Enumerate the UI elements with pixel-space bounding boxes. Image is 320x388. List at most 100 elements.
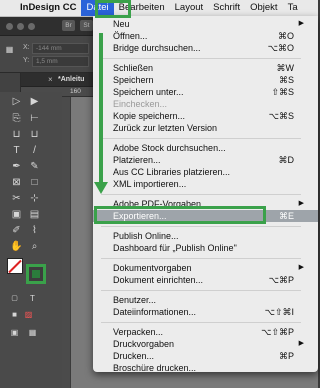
- gradient-tool-icon[interactable]: ▣: [10, 208, 23, 221]
- apply-none-icon[interactable]: ▨: [22, 308, 35, 321]
- menu-item-cc-libraries[interactable]: Aus CC Libraries platzieren...: [93, 166, 318, 178]
- menu-ta[interactable]: Ta: [283, 0, 303, 16]
- menu-item-shortcut: ⌘D: [278, 155, 295, 165]
- stock-button[interactable]: St: [80, 20, 93, 31]
- selection-tool-icon[interactable]: ▷: [10, 95, 23, 108]
- apply-color-icon[interactable]: ■: [8, 308, 21, 321]
- zoom-tool-icon[interactable]: ⌕: [28, 240, 41, 253]
- menu-item-label: Adobe Stock durchsuchen...: [113, 143, 226, 153]
- close-tab-icon[interactable]: ×: [48, 73, 53, 86]
- datei-menu: Neu ▶ Öffnen... ⌘O Bridge durchsuchen... ⌥⌘…: [93, 16, 318, 373]
- vertical-ruler: [62, 97, 70, 388]
- pen-tool-icon[interactable]: ✒: [10, 160, 23, 173]
- reference-point-icon[interactable]: ▦: [3, 43, 16, 56]
- menu-item-label: Schließen: [113, 63, 154, 73]
- menu-item-speichern[interactable]: Speichern ⌘S: [93, 74, 318, 86]
- submenu-arrow-icon: ▶: [298, 200, 304, 207]
- datei-highlight-box: [95, 0, 131, 18]
- menu-item-zurueck[interactable]: Zurück zur letzten Version: [93, 122, 318, 134]
- zoom-window-button[interactable]: [28, 23, 35, 30]
- rectangle-tool-icon[interactable]: □: [28, 176, 41, 189]
- stroke-swatch-highlight[interactable]: [26, 264, 46, 284]
- menu-item-label: Öffnen...: [113, 31, 148, 41]
- menu-item-shortcut: ⌥⌘P: [268, 275, 294, 285]
- menu-schrift[interactable]: Schrift: [208, 0, 245, 16]
- line-tool-icon[interactable]: /: [28, 144, 41, 157]
- x-label: X:: [23, 44, 30, 51]
- tools-panel: ▷ ▶ ⎘ ⊢ ⊔ ⊔ T / ✒ ✎ ⊠ □ ✂ ⊹ ▣ ▤ ✐ ⌇ ✋ ⌕ …: [0, 92, 62, 388]
- y-field[interactable]: 1,5 mm: [32, 56, 89, 67]
- menu-item-oeffnen[interactable]: Öffnen... ⌘O: [93, 30, 318, 42]
- menu-item-xml-importieren[interactable]: XML importieren...: [93, 178, 318, 190]
- menu-item-dashboard[interactable]: Dashboard für „Publish Online": [93, 242, 318, 254]
- menu-item-label: Kopie speichern...: [113, 111, 186, 121]
- menu-item-label: Speichern unter...: [113, 87, 184, 97]
- menu-item-druckvorgaben[interactable]: Druckvorgaben ▶: [93, 338, 318, 350]
- menu-app-name[interactable]: InDesign CC: [15, 0, 81, 16]
- menu-item-adobe-stock[interactable]: Adobe Stock durchsuchen...: [93, 142, 318, 154]
- menu-item-dokument-einrichten[interactable]: Dokument einrichten... ⌥⌘P: [93, 274, 318, 286]
- menu-item-broschuere[interactable]: Broschüre drucken...: [93, 362, 318, 373]
- menu-bar: InDesign CC Datei Bearbeiten Layout Schr…: [0, 0, 318, 17]
- annotation-arrow-line: [99, 33, 103, 185]
- menu-objekt[interactable]: Objekt: [245, 0, 282, 16]
- menu-item-bridge[interactable]: Bridge durchsuchen... ⌥⌘O: [93, 42, 318, 54]
- content-placer-icon[interactable]: ⊔: [28, 128, 41, 141]
- none-slash-icon: [8, 259, 22, 274]
- gradient-feather-tool-icon[interactable]: ▤: [28, 208, 41, 221]
- menu-item-label: Einchecken...: [113, 99, 168, 109]
- menu-item-label: Publish Online...: [113, 231, 179, 241]
- menu-item-label: Speichern: [113, 75, 154, 85]
- content-collector-icon[interactable]: ⊔: [10, 128, 23, 141]
- menu-item-benutzer[interactable]: Benutzer...: [93, 294, 318, 306]
- stroke-swatch: [32, 270, 40, 278]
- eyedropper-tool-icon[interactable]: ⌇: [28, 224, 41, 237]
- menu-item-label: Drucken...: [113, 351, 155, 361]
- gap-tool-icon[interactable]: ⊢: [28, 112, 41, 125]
- menu-item-verpacken[interactable]: Verpacken... ⌥⇧⌘P: [93, 326, 318, 338]
- fill-swatch[interactable]: [7, 258, 23, 274]
- menu-item-shortcut: ⌘O: [277, 31, 294, 41]
- menu-item-label: Benutzer...: [113, 295, 157, 305]
- menu-item-label: Bridge durchsuchen...: [113, 43, 201, 53]
- menu-item-speichern-unter[interactable]: Speichern unter... ⇧⌘S: [93, 86, 318, 98]
- ruler-label: 160: [70, 88, 81, 95]
- menu-item-dokumentvorgaben[interactable]: Dokumentvorgaben ▶: [93, 262, 318, 274]
- page-tool-icon[interactable]: ⎘: [10, 112, 23, 125]
- formatting-container-icon[interactable]: ▢: [8, 292, 21, 305]
- menu-item-kopie-speichern[interactable]: Kopie speichern... ⌥⌘S: [93, 110, 318, 122]
- menu-item-schliessen[interactable]: Schließen ⌘W: [93, 62, 318, 74]
- hand-tool-icon[interactable]: ✋: [10, 240, 23, 253]
- menu-item-label: Broschüre drucken...: [113, 363, 197, 373]
- y-label: Y:: [23, 57, 30, 64]
- screen-mode-icon[interactable]: ▦: [26, 326, 39, 339]
- x-field[interactable]: -144 mm: [32, 43, 89, 54]
- direct-selection-tool-icon[interactable]: ▶: [28, 95, 41, 108]
- menu-item-label: Dateiinformationen...: [113, 307, 197, 317]
- menu-item-shortcut: ⌥⌘O: [267, 43, 294, 53]
- menu-item-label: Druckvorgaben: [113, 339, 175, 349]
- pencil-tool-icon[interactable]: ✎: [28, 160, 41, 173]
- menu-item-drucken[interactable]: Drucken... ⌘P: [93, 350, 318, 362]
- bridge-button[interactable]: Br: [62, 20, 75, 31]
- note-tool-icon[interactable]: ✐: [10, 224, 23, 237]
- menu-item-platzieren[interactable]: Platzieren... ⌘D: [93, 154, 318, 166]
- document-tab[interactable]: *Anleitu: [58, 73, 84, 86]
- menu-separator: [101, 322, 301, 323]
- menu-item-shortcut: ⌘E: [278, 211, 294, 221]
- menu-item-publish-online[interactable]: Publish Online...: [93, 230, 318, 242]
- normal-view-icon[interactable]: ▣: [8, 326, 21, 339]
- menu-layout[interactable]: Layout: [170, 0, 209, 16]
- close-window-button[interactable]: [6, 23, 13, 30]
- formatting-text-icon[interactable]: T: [26, 292, 39, 305]
- menu-separator: [101, 290, 301, 291]
- type-tool-icon[interactable]: T: [10, 144, 23, 157]
- minimize-window-button[interactable]: [17, 23, 24, 30]
- menu-item-shortcut: ⌘P: [278, 351, 294, 361]
- rectangle-frame-tool-icon[interactable]: ⊠: [10, 176, 23, 189]
- menu-item-dateiinformationen[interactable]: Dateiinformationen... ⌥⇧⌘I: [93, 306, 318, 318]
- menu-separator: [101, 194, 301, 195]
- free-transform-tool-icon[interactable]: ⊹: [28, 192, 41, 205]
- scissors-tool-icon[interactable]: ✂: [10, 192, 23, 205]
- menu-item-neu[interactable]: Neu ▶: [93, 18, 318, 30]
